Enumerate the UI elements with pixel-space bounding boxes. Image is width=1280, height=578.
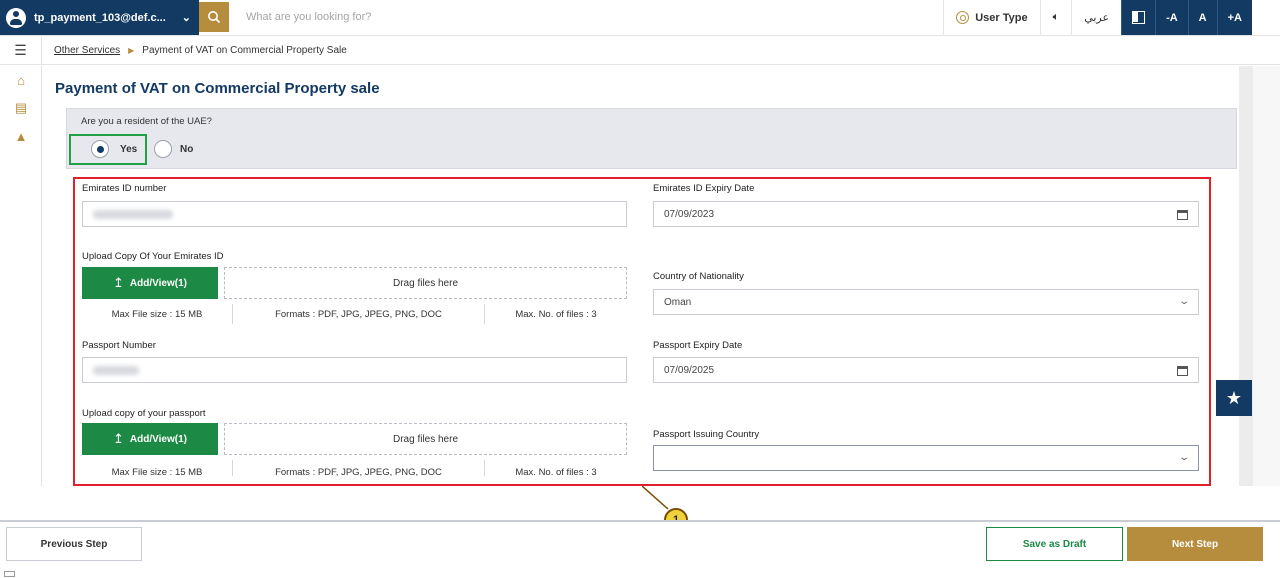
search-button[interactable]: [199, 2, 229, 32]
gear-icon: [956, 11, 970, 24]
menu-icon[interactable]: ☰: [0, 36, 42, 65]
speaker-icon: 🔈︎: [1052, 11, 1060, 23]
clipboard-icon[interactable]: ▤: [0, 94, 42, 122]
main-content: Payment of VAT on Commercial Property sa…: [42, 66, 1239, 486]
status-indicator: [4, 571, 15, 577]
top-bar: tp_payment_103@def.c... ⌄ User Type 🔈︎ ع…: [0, 0, 1280, 36]
font-increase-button[interactable]: +A: [1216, 0, 1252, 35]
scroll-track[interactable]: [1239, 66, 1253, 486]
resident-no-radio[interactable]: [154, 140, 172, 158]
contrast-icon: [1132, 11, 1146, 24]
next-step-button[interactable]: Next Step: [1127, 527, 1263, 561]
font-normal-button[interactable]: A: [1187, 0, 1217, 35]
page-title: Payment of VAT on Commercial Property sa…: [55, 80, 380, 97]
contrast-button[interactable]: [1121, 0, 1156, 35]
right-margin: [1253, 66, 1280, 486]
breadcrumb-link-other-services[interactable]: Other Services: [54, 45, 120, 56]
save-draft-button[interactable]: Save as Draft: [986, 527, 1123, 561]
user-avatar-icon: [6, 7, 26, 28]
search-icon: [208, 11, 221, 24]
breadcrumb: ☰ Other Services ▶ Payment of VAT on Com…: [0, 36, 1280, 65]
search-input[interactable]: [236, 4, 906, 30]
user-type-button[interactable]: User Type: [943, 0, 1039, 35]
chevron-down-icon: ⌄: [181, 12, 191, 24]
star-icon: ★: [1225, 387, 1243, 408]
favorite-star-button[interactable]: ★: [1216, 380, 1252, 416]
resident-yes-label: Yes: [120, 144, 138, 155]
username: tp_payment_103@def.c...: [34, 11, 166, 24]
resident-panel: Are you a resident of the UAE? Yes No: [66, 108, 1237, 169]
home-icon[interactable]: ⌂: [0, 66, 42, 94]
top-toolbar: User Type 🔈︎ عربي -A A +A: [943, 0, 1252, 35]
resident-question: Are you a resident of the UAE?: [81, 116, 212, 127]
annotation-highlight-box: [73, 177, 1211, 486]
breadcrumb-arrow-icon: ▶: [128, 46, 135, 55]
speaker-button[interactable]: 🔈︎: [1039, 0, 1072, 35]
user-menu[interactable]: tp_payment_103@def.c... ⌄: [0, 0, 199, 35]
language-toggle[interactable]: عربي: [1071, 0, 1121, 35]
font-decrease-button[interactable]: -A: [1155, 0, 1188, 35]
side-nav: ⌂ ▤ ▲: [0, 66, 42, 486]
footer-bar: Previous Step Save as Draft Next Step: [0, 520, 1280, 578]
bank-icon[interactable]: ▲: [0, 122, 42, 150]
breadcrumb-current: Payment of VAT on Commercial Property Sa…: [142, 45, 347, 56]
language-label: عربي: [1084, 12, 1110, 24]
resident-yes-radio[interactable]: [91, 140, 109, 158]
resident-no-label: No: [180, 144, 194, 155]
previous-step-button[interactable]: Previous Step: [6, 527, 142, 561]
user-type-label: User Type: [975, 11, 1028, 24]
